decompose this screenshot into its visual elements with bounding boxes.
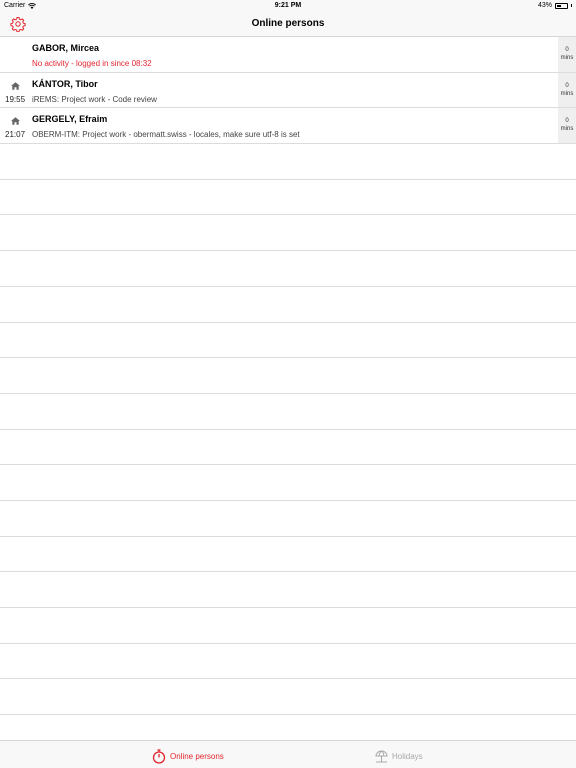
mins-badge: 0 mins [558, 72, 576, 108]
beach-umbrella-icon [375, 750, 388, 762]
home-icon [11, 117, 20, 126]
app-screen: Carrier 9:21 PM 43% Online persons GABOR… [0, 0, 576, 768]
empty-row [0, 465, 576, 501]
stopwatch-icon [152, 748, 166, 764]
battery-percent: 43% [537, 2, 552, 9]
empty-row [0, 430, 576, 466]
row-left-column [0, 37, 30, 72]
row-left-column: 19:55 [0, 73, 30, 108]
tab-label: Holidays [392, 751, 423, 761]
row-time: 19:55 [5, 94, 26, 104]
empty-row [0, 572, 576, 608]
empty-row [0, 537, 576, 573]
row-left-column: 21:07 [0, 108, 30, 143]
mins-value: 0 [565, 118, 569, 125]
empty-row [0, 608, 576, 644]
empty-row [0, 358, 576, 394]
row-time: 21:07 [5, 130, 26, 140]
person-name: KÁNTOR, Tibor [32, 78, 98, 89]
mins-unit: mins [560, 126, 574, 133]
tab-label: Online persons [170, 751, 224, 761]
mins-unit: mins [560, 90, 574, 97]
empty-row [0, 144, 576, 180]
empty-row [0, 679, 576, 716]
battery-level [557, 4, 561, 7]
online-persons-list: GABOR, Mircea No activity - logged in si… [0, 37, 576, 751]
mins-value: 0 [565, 82, 569, 89]
status-right: 43% [538, 2, 572, 9]
empty-row [0, 251, 576, 287]
person-name: GERGELY, Efraim [32, 114, 108, 125]
mins-badge: 0 mins [558, 108, 576, 144]
list-item[interactable]: 19:55 KÁNTOR, Tibor iREMS: Project work … [0, 72, 576, 109]
person-name: GABOR, Mircea [32, 43, 100, 53]
empty-row [0, 501, 576, 537]
empty-row [0, 394, 576, 430]
tab-holidays[interactable]: Holidays [375, 747, 423, 765]
navigation-bar: Online persons [0, 12, 576, 37]
list-item[interactable]: GABOR, Mircea No activity - logged in si… [0, 37, 576, 73]
mins-value: 0 [565, 47, 569, 53]
empty-row [0, 644, 576, 680]
empty-row [0, 180, 576, 216]
list-item[interactable]: 21:07 GERGELY, Efraim OBERM-ITM: Project… [0, 108, 576, 145]
battery-tip [571, 4, 572, 7]
tab-bar: Online persons Holidays [0, 740, 576, 768]
empty-row [0, 215, 576, 252]
mins-unit: mins [560, 55, 574, 61]
mins-badge: 0 mins [558, 37, 576, 72]
battery-icon [555, 2, 568, 9]
empty-row [0, 323, 576, 359]
activity-detail: iREMS: Project work - Code review [32, 94, 157, 104]
status-time: 9:21 PM [274, 2, 302, 9]
tab-online-persons[interactable]: Online persons [152, 747, 224, 765]
page-title: Online persons [251, 18, 325, 29]
activity-detail: OBERM-ITM: Project work - obermatt.swiss… [32, 130, 300, 140]
home-icon [11, 81, 20, 90]
status-bar: Carrier 9:21 PM 43% [0, 0, 576, 12]
activity-detail: No activity - logged in since 08:32 [32, 59, 152, 68]
empty-row [0, 287, 576, 323]
